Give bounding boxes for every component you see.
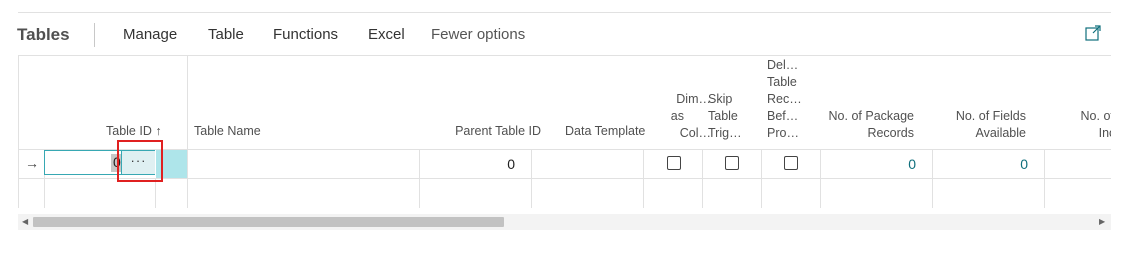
dim-as-col-checkbox[interactable] [667, 156, 681, 170]
header-table-name[interactable]: Table Name [194, 123, 261, 140]
header-dim-as-col[interactable]: Dim… as Col… [643, 91, 711, 142]
header-line: Del… [767, 58, 799, 72]
horizontal-scrollbar[interactable]: ◀ ▶ [18, 214, 1111, 230]
col-line [187, 56, 188, 208]
row-line [18, 178, 1111, 179]
col-line [761, 149, 762, 208]
scroll-left-icon[interactable]: ◀ [22, 217, 28, 226]
action-excel[interactable]: Excel [368, 26, 405, 43]
col-line [1044, 149, 1045, 208]
header-line: Records [867, 126, 914, 140]
tables-grid: Table ID ↑ Table Name Parent Table ID Da… [18, 56, 1111, 208]
parent-table-id-value[interactable]: 0 [419, 156, 515, 172]
header-line: Rec… [767, 92, 802, 106]
header-data-template[interactable]: Data Template [565, 123, 645, 140]
header-line: Col… [679, 126, 711, 140]
header-line: Trig… [708, 126, 742, 140]
action-table[interactable]: Table [208, 26, 244, 43]
header-line: No. of Package [828, 109, 914, 123]
del-table-rec-checkbox[interactable] [784, 156, 798, 170]
header-line: Table [767, 75, 797, 89]
header-no-package-records[interactable]: No. of Package Records [820, 108, 914, 142]
header-line: Pro… [767, 126, 799, 140]
header-del-table-rec[interactable]: Del… Table Rec… Bef… Pro… [767, 57, 802, 142]
col-line [702, 149, 703, 208]
scroll-right-icon[interactable]: ▶ [1099, 217, 1105, 226]
header-table-id-label: Table ID [106, 124, 152, 138]
skip-table-trig-checkbox[interactable] [725, 156, 739, 170]
header-line: Dim… [676, 92, 711, 106]
header-skip-table-trig[interactable]: Skip Table Trig… [708, 91, 742, 142]
expand-icon[interactable] [1085, 25, 1101, 41]
header-line: Available [975, 126, 1026, 140]
col-line [643, 149, 644, 208]
no-fields-available-link[interactable]: 0 [932, 156, 1028, 172]
header-line: No. of Fields [955, 109, 1026, 123]
row-indicator-arrow-icon: → [25, 155, 39, 171]
header-table-id[interactable]: Table ID ↑ [106, 123, 162, 140]
header-no-fields-available[interactable]: No. of Fields Available [932, 108, 1026, 142]
toolbar-separator [94, 23, 95, 47]
header-line: Bef… [767, 109, 799, 123]
header-line: Table [708, 109, 738, 123]
action-manage[interactable]: Manage [123, 26, 177, 43]
sort-ascending-icon: ↑ [155, 124, 162, 138]
col-line [531, 149, 532, 208]
header-parent-table-id[interactable]: Parent Table ID [419, 123, 541, 140]
scrollbar-thumb[interactable] [33, 217, 504, 227]
no-package-records-link[interactable]: 0 [820, 156, 916, 172]
action-bar: Tables Manage Table Functions Excel Fewe… [0, 12, 1127, 56]
col-line [155, 178, 156, 208]
highlight-box [117, 140, 163, 182]
header-line: as [670, 109, 684, 123]
header-line: Inclu [1098, 126, 1111, 140]
header-no-fields-included[interactable]: No. of F Inclu [1044, 108, 1111, 142]
page-title: Tables [17, 25, 70, 44]
header-line: Skip [708, 92, 733, 106]
header-line: No. of F [1080, 109, 1111, 123]
action-fewer-options[interactable]: Fewer options [431, 26, 525, 43]
col-line [18, 56, 19, 208]
action-functions[interactable]: Functions [273, 26, 338, 43]
